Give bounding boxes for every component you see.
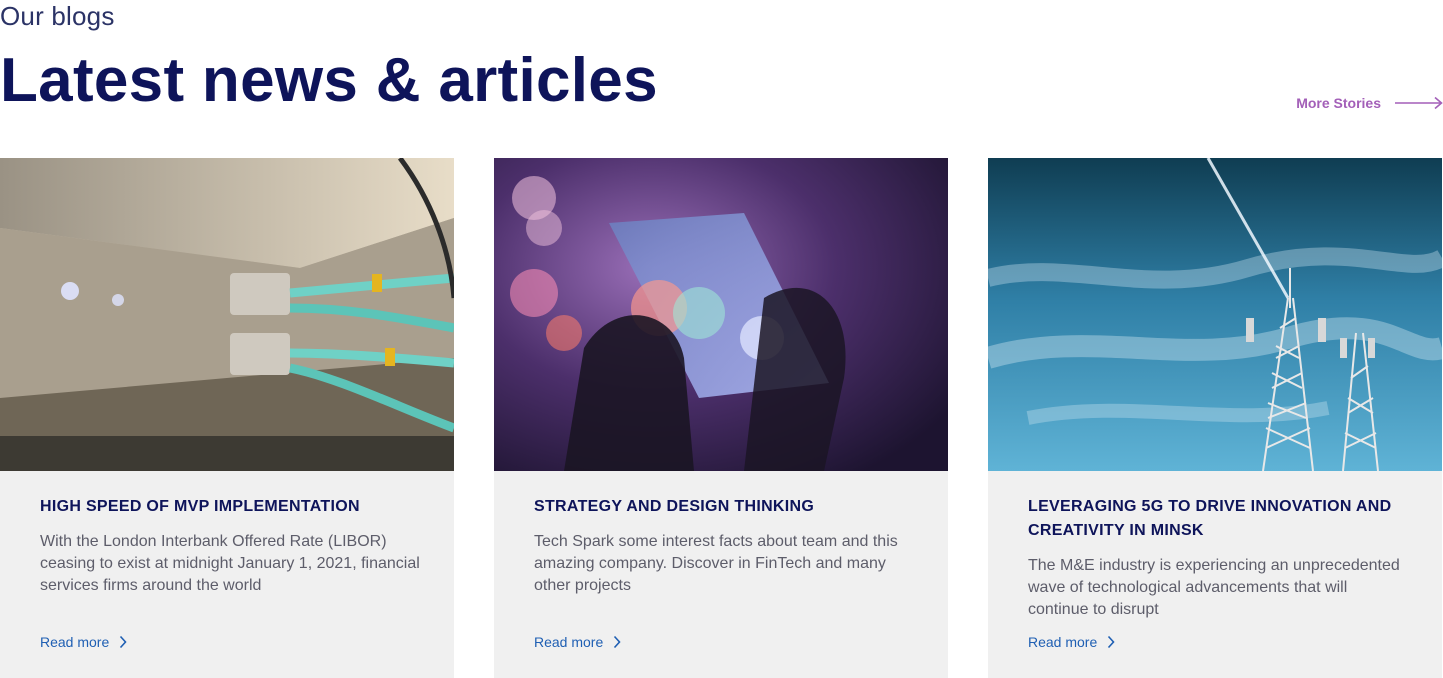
card-title[interactable]: STRATEGY AND DESIGN THINKING bbox=[534, 495, 914, 519]
read-more-link[interactable]: Read more bbox=[40, 632, 127, 652]
card-body: STRATEGY AND DESIGN THINKING Tech Spark … bbox=[534, 495, 914, 597]
more-stories-label: More Stories bbox=[1296, 95, 1381, 111]
chevron-right-icon bbox=[119, 635, 127, 649]
card-body: LEVERAGING 5G TO DRIVE INNOVATION AND CR… bbox=[1028, 495, 1408, 621]
cell-towers-image[interactable] bbox=[988, 158, 1442, 471]
card-body: HIGH SPEED OF MVP IMPLEMENTATION With th… bbox=[40, 495, 420, 597]
read-more-label: Read more bbox=[40, 634, 110, 650]
smartphone-bokeh-image[interactable] bbox=[494, 158, 948, 471]
read-more-link[interactable]: Read more bbox=[534, 632, 621, 652]
card-title[interactable]: HIGH SPEED OF MVP IMPLEMENTATION bbox=[40, 495, 420, 519]
card-excerpt: Tech Spark some interest facts about tea… bbox=[534, 533, 898, 594]
arrow-right-icon bbox=[1395, 96, 1443, 110]
network-cables-image[interactable] bbox=[0, 158, 454, 471]
section-title: Latest news & articles bbox=[0, 46, 658, 115]
read-more-link[interactable]: Read more bbox=[1028, 632, 1115, 652]
article-card[interactable]: LEVERAGING 5G TO DRIVE INNOVATION AND CR… bbox=[988, 158, 1442, 678]
chevron-right-icon bbox=[1107, 635, 1115, 649]
card-title[interactable]: LEVERAGING 5G TO DRIVE INNOVATION AND CR… bbox=[1028, 495, 1408, 543]
read-more-label: Read more bbox=[1028, 634, 1098, 650]
article-card[interactable]: STRATEGY AND DESIGN THINKING Tech Spark … bbox=[494, 158, 948, 678]
read-more-label: Read more bbox=[534, 634, 604, 650]
card-excerpt: With the London Interbank Offered Rate (… bbox=[40, 533, 420, 594]
article-card[interactable]: HIGH SPEED OF MVP IMPLEMENTATION With th… bbox=[0, 158, 454, 678]
card-excerpt: The M&E industry is experiencing an unpr… bbox=[1028, 557, 1400, 618]
more-stories-link[interactable]: More Stories bbox=[1296, 90, 1443, 116]
chevron-right-icon bbox=[613, 635, 621, 649]
section-eyebrow: Our blogs bbox=[0, 1, 115, 31]
